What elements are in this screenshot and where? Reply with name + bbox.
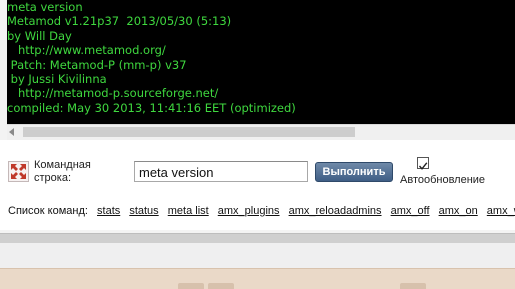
command-line-label: Командная строка: (34, 159, 104, 185)
command-link-amx-reloadadmins[interactable]: amx_reloadadmins (289, 205, 382, 217)
command-link-amx-off[interactable]: amx_off (391, 205, 430, 217)
command-link-meta-list[interactable]: meta list (168, 205, 209, 217)
scrollbar-thumb[interactable] (23, 127, 355, 137)
command-link-amx-plugins[interactable]: amx_plugins (218, 205, 280, 217)
console-line: http://metamod-p.sourceforge.net/ (7, 86, 219, 101)
command-link-amx-who[interactable]: amx_who (487, 205, 515, 217)
console-line: http://www.metamod.org/ (7, 43, 166, 58)
command-line-label-line1: Командная (34, 159, 91, 171)
auto-update-label: Автообновление (400, 174, 486, 186)
rcon-console-page: meta version Metamod v1.21p37 2013/05/30 … (0, 0, 515, 289)
console-line: by Jussi Kivilinna (7, 71, 107, 86)
console-line: Metamod v1.21p37 2013/05/30 (5:13) (7, 14, 232, 29)
scroll-left-arrow-icon[interactable] (9, 128, 14, 136)
command-input[interactable]: meta version (134, 161, 308, 182)
taskbar-tab[interactable] (208, 283, 234, 289)
console-horizontal-scrollbar[interactable] (7, 124, 515, 140)
command-link-amx-on[interactable]: amx_on (439, 205, 478, 217)
taskbar-tab[interactable] (400, 283, 426, 289)
browser-bottom-bar (0, 268, 515, 289)
auto-update-checkbox[interactable] (417, 157, 429, 170)
console-line: meta version (7, 0, 83, 14)
run-button[interactable]: Выполнить (315, 162, 393, 182)
console-line: compiled: May 30 2013, 11:41:16 EET (opt… (7, 100, 296, 115)
command-link-stats[interactable]: stats (97, 205, 120, 217)
console-text: meta version Metamod v1.21p37 2013/05/30 … (7, 0, 515, 115)
console-output[interactable]: meta version Metamod v1.21p37 2013/05/30 … (7, 0, 515, 124)
checkmark-icon (418, 162, 428, 170)
taskbar-tab[interactable] (178, 283, 204, 289)
command-list: Список команд: stats status meta list am… (8, 205, 515, 218)
command-list-label: Список команд: (8, 205, 88, 217)
console-line: by Will Day (7, 28, 72, 43)
expand-arrows-icon-svg (11, 164, 26, 179)
expand-arrows-icon[interactable] (8, 161, 29, 182)
command-line-label-line2: строка: (34, 172, 72, 184)
console-line: Patch: Metamod-P (mm-p) v37 (7, 57, 187, 72)
bottom-scrollbar[interactable] (0, 233, 515, 243)
command-link-status[interactable]: status (129, 205, 158, 217)
